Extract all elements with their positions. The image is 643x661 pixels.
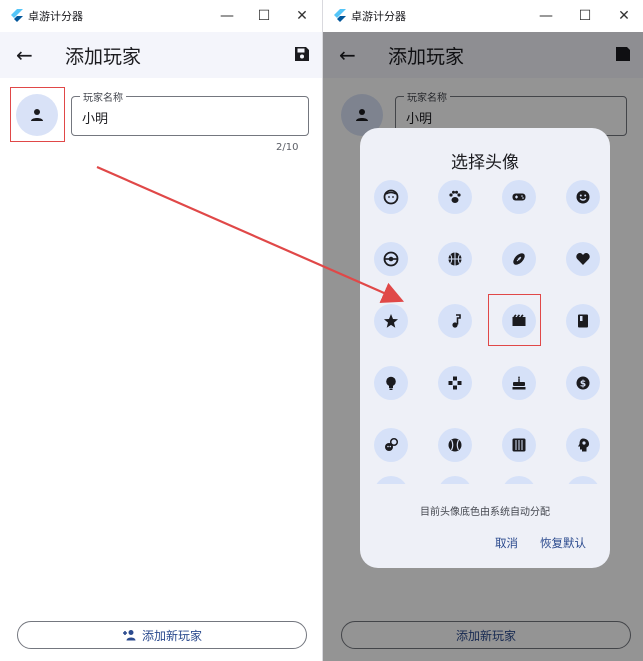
- annotation-arrow: [96, 165, 405, 303]
